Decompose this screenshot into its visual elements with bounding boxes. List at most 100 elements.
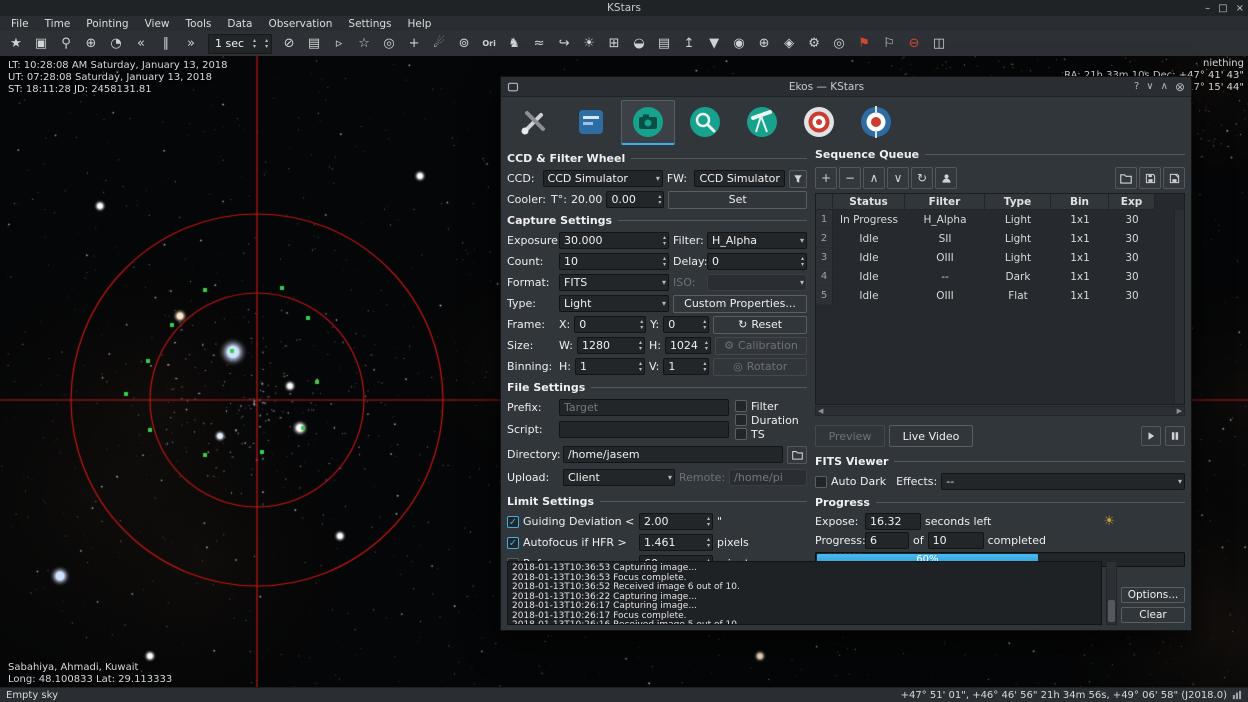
reset-frame-button[interactable]: ↻Reset: [713, 316, 807, 334]
limit-spinbox-1[interactable]: 1.461▴▾: [639, 534, 713, 551]
comets-toggle-icon[interactable]: ☄: [427, 33, 451, 54]
format-combo[interactable]: FITS▾: [559, 274, 669, 291]
menu-item-pointing[interactable]: Pointing: [79, 16, 135, 31]
filter-combo[interactable]: H_Alpha▾: [707, 232, 807, 249]
limit-spinbox-0[interactable]: 2.00▴▾: [639, 513, 713, 530]
download-data-icon[interactable]: ★: [4, 33, 28, 54]
menu-item-time[interactable]: Time: [38, 16, 78, 31]
scroll-right-icon[interactable]: ▶: [1177, 407, 1182, 415]
maximize-icon[interactable]: □: [1218, 3, 1227, 14]
options-button[interactable]: Options...: [1121, 587, 1185, 603]
prefix-ts-checkbox[interactable]: [735, 428, 747, 440]
supernovae-icon[interactable]: ☀: [577, 33, 601, 54]
stars-toggle-icon[interactable]: ☆: [352, 33, 376, 54]
observer-icon[interactable]: ⊚: [452, 33, 476, 54]
time-step-arrows[interactable]: ▴▾: [250, 38, 256, 50]
sequence-horizontal-scrollbar[interactable]: ◀ ▶: [815, 406, 1185, 416]
shade-up-icon[interactable]: ∧: [1161, 81, 1168, 92]
temp-target-spinbox[interactable]: 0.00▴▾: [606, 191, 664, 208]
menu-item-tools[interactable]: Tools: [179, 16, 219, 31]
observer-button[interactable]: [935, 167, 957, 189]
exposure-spinbox[interactable]: 30.000▴▾: [559, 232, 669, 249]
binning-h-spinbox[interactable]: 1▴▾: [575, 358, 645, 375]
upload-combo[interactable]: Client▾: [563, 469, 675, 486]
tab-focus[interactable]: [678, 100, 732, 144]
set-temperature-button[interactable]: Set: [668, 191, 807, 209]
help-icon[interactable]: ?: [1134, 81, 1139, 92]
queue-row-2[interactable]: 2IdleSIILight1x130: [816, 229, 1184, 248]
save-sequence-button[interactable]: [1139, 167, 1161, 189]
prefix-input[interactable]: Target: [559, 399, 729, 416]
remove-trail-icon[interactable]: ⊖: [902, 33, 926, 54]
time-advance-icon[interactable]: »: [179, 33, 203, 54]
dome-icon[interactable]: ◫: [927, 33, 951, 54]
pause-sequence-button[interactable]: [1165, 426, 1185, 446]
menu-item-data[interactable]: Data: [220, 16, 259, 31]
ccd-combo[interactable]: CCD Simulator▾: [543, 170, 663, 187]
size-w-spinbox[interactable]: 1280▴▾: [577, 337, 645, 354]
count-spinbox[interactable]: 10▴▾: [559, 253, 669, 270]
size-h-spinbox[interactable]: 1024▴▾: [665, 337, 711, 354]
upload-image-icon[interactable]: ↥: [677, 33, 701, 54]
window-titlebar[interactable]: KStars – □ ×: [0, 0, 1248, 16]
time-to-now-icon[interactable]: ◔: [104, 33, 128, 54]
zenith-icon[interactable]: ⊘: [277, 33, 301, 54]
dialog-close-icon[interactable]: ⊗: [1175, 80, 1185, 94]
sidebar-panels-icon[interactable]: ▤: [652, 33, 676, 54]
script-input[interactable]: [559, 421, 729, 438]
planets-toggle-icon[interactable]: +: [402, 33, 426, 54]
constellation-art-icon[interactable]: ♞: [502, 33, 526, 54]
queue-row-5[interactable]: 5IdleOIIIFlat1x130: [816, 286, 1184, 305]
menu-item-help[interactable]: Help: [401, 16, 439, 31]
fov-symbol-icon[interactable]: ▣: [29, 33, 53, 54]
ekos-titlebar[interactable]: Ekos — KStars ? ∨ ∧ ⊗: [501, 77, 1191, 97]
frame-x-spinbox[interactable]: 0▴▾: [574, 316, 646, 333]
log-scrollbar[interactable]: [1106, 561, 1117, 625]
time-pause-icon[interactable]: ∥: [154, 33, 178, 54]
constellation-names-icon[interactable]: Ori: [477, 33, 501, 54]
custom-properties-button[interactable]: Custom Properties...: [673, 295, 807, 313]
tab-scheduler[interactable]: [564, 100, 618, 144]
capture-sky-image-icon[interactable]: ▤: [302, 33, 326, 54]
slew-icon[interactable]: ▹: [327, 33, 351, 54]
eyepiece-view-icon[interactable]: ◉: [727, 33, 751, 54]
tab-setup[interactable]: [507, 100, 561, 144]
geolocation-icon[interactable]: ⊕: [79, 33, 103, 54]
effects-combo[interactable]: --▾: [941, 473, 1185, 490]
limit-checkbox-1[interactable]: ✓: [507, 537, 519, 549]
tab-capture[interactable]: [621, 100, 675, 145]
add-job-button[interactable]: +: [815, 167, 837, 189]
center-target-icon[interactable]: ◎: [827, 33, 851, 54]
move-job-up-button[interactable]: ∧: [863, 167, 885, 189]
lock-position-icon[interactable]: ◈: [777, 33, 801, 54]
scroll-left-icon[interactable]: ◀: [818, 407, 823, 415]
frame-y-spinbox[interactable]: 0▴▾: [663, 316, 709, 333]
log-scrollbar-thumb[interactable]: [1108, 600, 1115, 622]
queue-row-4[interactable]: 4Idle--Dark1x130: [816, 267, 1184, 286]
sequence-table[interactable]: StatusFilterTypeBinExp1In ProgressH_Alph…: [815, 193, 1185, 405]
horizon-icon[interactable]: ◒: [627, 33, 651, 54]
limit-checkbox-0[interactable]: ✓: [507, 516, 519, 528]
directory-input[interactable]: /home/jasem: [563, 446, 783, 463]
type-combo[interactable]: Light▾: [559, 295, 669, 312]
time-step-spinbox[interactable]: 1 sec ▴▾ ▴▾: [208, 34, 272, 54]
save-sequence-as-button[interactable]: [1163, 167, 1185, 189]
tab-mount[interactable]: [735, 100, 789, 144]
minimize-icon[interactable]: –: [1205, 3, 1210, 14]
menu-item-observation[interactable]: Observation: [261, 16, 339, 31]
filter-icon[interactable]: ▼: [702, 33, 726, 54]
menu-item-settings[interactable]: Settings: [341, 16, 398, 31]
menu-item-view[interactable]: View: [138, 16, 177, 31]
flag-icon[interactable]: ⚑: [852, 33, 876, 54]
log-splitter-handle[interactable]: ·······: [501, 553, 1191, 558]
start-sequence-button[interactable]: [1141, 426, 1161, 446]
close-icon[interactable]: ×: [1236, 3, 1244, 14]
shade-down-icon[interactable]: ∨: [1146, 81, 1153, 92]
delay-spinbox[interactable]: 0▴▾: [707, 253, 807, 270]
queue-row-3[interactable]: 3IdleOIIILight1x130: [816, 248, 1184, 267]
browse-directory-button[interactable]: [787, 446, 807, 464]
open-sequence-button[interactable]: [1115, 167, 1137, 189]
tab-guide[interactable]: [849, 100, 903, 144]
move-job-down-button[interactable]: ∨: [887, 167, 909, 189]
coordinate-grid-icon[interactable]: ⊞: [602, 33, 626, 54]
